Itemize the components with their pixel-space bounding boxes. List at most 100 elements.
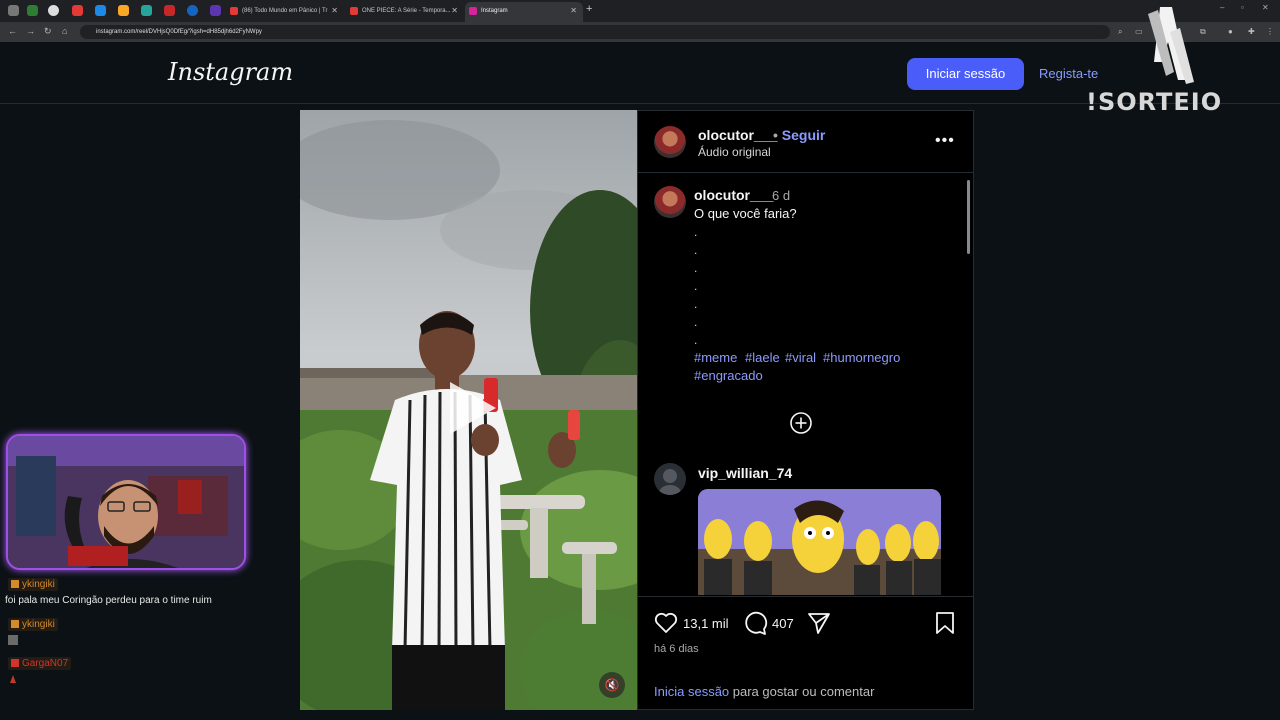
avatar[interactable] bbox=[654, 463, 686, 495]
login-button[interactable]: Iniciar sessão bbox=[907, 58, 1024, 90]
comment-icon[interactable] bbox=[742, 610, 768, 636]
caption-text: O que você faria? bbox=[694, 206, 797, 221]
caption-author[interactable]: olocutor___ bbox=[694, 187, 773, 203]
chat-username-text: ykingiki bbox=[22, 619, 55, 630]
tab-title: Instagram bbox=[481, 8, 508, 14]
hashtag-link[interactable]: #humornegro bbox=[823, 350, 900, 365]
tab-favicon-icon[interactable] bbox=[141, 5, 152, 16]
new-tab-icon[interactable]: + bbox=[586, 3, 592, 15]
minimize-icon[interactable]: – bbox=[1220, 3, 1224, 12]
address-bar-row: ← → ↻ ⌂ instagram.com/reel/DVHjsQ0DfEg/?… bbox=[0, 22, 1280, 42]
extensions-icon[interactable]: ⧉ bbox=[1200, 27, 1206, 37]
tab-favicon-icon[interactable] bbox=[187, 5, 198, 16]
play-icon[interactable] bbox=[438, 376, 502, 440]
chat-username: ykingiki bbox=[8, 618, 58, 631]
avatar-silhouette-icon bbox=[659, 469, 681, 495]
add-comment-icon[interactable] bbox=[790, 412, 812, 434]
tab-instagram[interactable]: Instagram ✕ bbox=[465, 2, 583, 22]
audio-label[interactable]: Áudio original bbox=[698, 145, 771, 159]
hashtag-link[interactable]: #engracado bbox=[694, 368, 763, 383]
caption-time: 6 d bbox=[772, 188, 791, 203]
like-heart-icon[interactable] bbox=[653, 610, 679, 636]
comment-gif-image[interactable] bbox=[698, 489, 941, 595]
tab-favicon-icon[interactable] bbox=[48, 5, 59, 16]
url-text: instagram.com/reel/DVHjsQ0DfEg/?igsh=dH8… bbox=[96, 29, 262, 35]
tab-title: (86) Todo Mundo em Pânico | Tr bbox=[242, 8, 328, 14]
close-tab-icon[interactable]: ✕ bbox=[570, 2, 577, 20]
sorteio-command-text: !SORTEIO bbox=[1086, 88, 1223, 116]
mute-icon[interactable]: 🔇 bbox=[599, 672, 625, 698]
post-date: há 6 dias bbox=[654, 643, 699, 655]
more-options-icon[interactable]: ••• bbox=[935, 132, 955, 150]
chat-emote-icon bbox=[10, 675, 16, 683]
subscriber-badge-icon bbox=[11, 580, 19, 588]
extension-icon[interactable]: ✚ bbox=[1248, 27, 1255, 36]
tab-favicon-icon[interactable] bbox=[8, 5, 19, 16]
likes-count[interactable]: 13,1 mil bbox=[683, 616, 729, 631]
chat-username-text: ykingiki bbox=[22, 579, 55, 590]
tab-favicon-icon[interactable] bbox=[118, 5, 129, 16]
tab-title: ONE PIECE: A Série - Tempora... bbox=[362, 8, 451, 14]
tab-one-piece[interactable]: ONE PIECE: A Série - Tempora... ✕ bbox=[346, 2, 464, 22]
follow-button[interactable]: • Seguir bbox=[773, 127, 825, 143]
scrollbar-thumb[interactable] bbox=[967, 180, 970, 254]
home-icon[interactable]: ⌂ bbox=[62, 26, 67, 36]
caption-dot: . bbox=[694, 225, 698, 239]
instagram-icon bbox=[469, 7, 477, 15]
gif-frame bbox=[698, 489, 941, 595]
share-icon[interactable] bbox=[806, 610, 832, 636]
tab-favicon-icon[interactable] bbox=[27, 5, 38, 16]
avatar[interactable] bbox=[654, 126, 686, 158]
signup-link[interactable]: Regista-te bbox=[1039, 66, 1098, 81]
close-window-icon[interactable]: ✕ bbox=[1262, 3, 1269, 12]
forward-icon[interactable]: → bbox=[26, 26, 35, 36]
caption-dot: . bbox=[694, 333, 698, 347]
caption-dot: . bbox=[694, 297, 698, 311]
hashtag-link[interactable]: #laele bbox=[745, 350, 780, 365]
login-prompt: Inicia sessão para gostar ou comentar bbox=[654, 684, 874, 699]
chat-emote-icon bbox=[8, 635, 18, 645]
instagram-logo[interactable]: Instagram bbox=[168, 58, 293, 86]
reload-icon[interactable]: ↻ bbox=[44, 26, 52, 37]
caption-dot: . bbox=[694, 279, 698, 293]
chat-username: ykingiki bbox=[8, 578, 58, 591]
tab-todo-mundo[interactable]: (86) Todo Mundo em Pânico | Tr ✕ bbox=[226, 2, 344, 22]
menu-icon[interactable]: ⋮ bbox=[1266, 27, 1274, 36]
browser-tab-bar: (86) Todo Mundo em Pânico | Tr ✕ ONE PIE… bbox=[0, 0, 1280, 22]
chat-username: GargaN07 bbox=[8, 657, 72, 670]
subscriber-badge-icon bbox=[11, 659, 19, 667]
tab-favicon-icon[interactable] bbox=[210, 5, 221, 16]
caption-dot: . bbox=[694, 261, 698, 275]
tab-favicon-icon[interactable] bbox=[72, 5, 83, 16]
back-icon[interactable]: ← bbox=[8, 26, 17, 36]
login-prompt-link[interactable]: Inicia sessão bbox=[654, 684, 729, 699]
author-username[interactable]: olocutor___ bbox=[698, 127, 777, 143]
url-field[interactable]: instagram.com/reel/DVHjsQ0DfEg/?igsh=dH8… bbox=[80, 25, 1110, 39]
streamer-logo-icon bbox=[1148, 7, 1194, 84]
maximize-icon[interactable]: ▫ bbox=[1241, 3, 1244, 12]
comments-count[interactable]: 407 bbox=[772, 616, 794, 631]
webcam-frame bbox=[8, 436, 244, 568]
chat-message: foi pala meu Coringão perdeu para o time… bbox=[5, 595, 212, 606]
hashtag-link[interactable]: #meme bbox=[694, 350, 737, 365]
bookmark-icon[interactable] bbox=[932, 610, 958, 636]
login-prompt-text: para gostar ou comentar bbox=[729, 684, 875, 699]
tab-favicon-icon[interactable] bbox=[164, 5, 175, 16]
divider bbox=[638, 172, 973, 173]
search-icon[interactable]: ⌕ bbox=[1118, 27, 1122, 37]
streamer-webcam bbox=[6, 434, 246, 570]
avatar[interactable] bbox=[654, 186, 686, 218]
profile-icon[interactable]: ● bbox=[1228, 27, 1233, 36]
close-tab-icon[interactable]: ✕ bbox=[331, 2, 338, 20]
divider bbox=[638, 596, 973, 597]
youtube-icon bbox=[350, 7, 358, 15]
youtube-icon bbox=[230, 7, 238, 15]
caption-dot: . bbox=[694, 243, 698, 257]
close-tab-icon[interactable]: ✕ bbox=[451, 2, 458, 20]
follow-dot: • bbox=[773, 127, 778, 143]
caption-dot: . bbox=[694, 315, 698, 329]
subscriber-badge-icon bbox=[11, 620, 19, 628]
commenter-username[interactable]: vip_willian_74 bbox=[698, 465, 792, 481]
tab-favicon-icon[interactable] bbox=[95, 5, 106, 16]
hashtag-link[interactable]: #viral bbox=[785, 350, 816, 365]
